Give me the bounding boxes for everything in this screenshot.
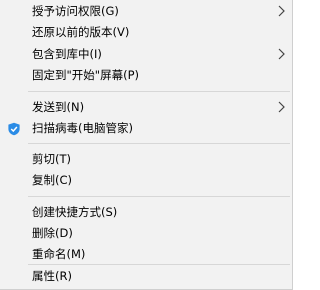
menu-item-label: 包含到库中(I) (32, 47, 102, 61)
menu-item-label: 发送到(N) (32, 100, 85, 114)
context-menu: 授予访问权限(G) 还原以前的版本(V) 包含到库中(I) 固定到"开始"屏幕(… (0, 0, 293, 290)
menu-item-delete[interactable]: 删除(D) (0, 222, 292, 244)
menu-item-label: 授予访问权限(G) (32, 4, 119, 18)
menu-item-pin-to-start[interactable]: 固定到"开始"屏幕(P) (0, 64, 292, 86)
menu-item-rename[interactable]: 重命名(M) (0, 243, 292, 265)
menu-item-cut[interactable]: 剪切(T) (0, 148, 292, 170)
menu-item-label: 创建快捷方式(S) (32, 205, 118, 219)
menu-item-label: 删除(D) (32, 226, 73, 240)
menu-separator (28, 196, 290, 197)
menu-item-label: 重命名(M) (32, 247, 86, 261)
menu-item-label: 固定到"开始"屏幕(P) (32, 68, 139, 82)
menu-item-scan-virus[interactable]: 扫描病毒(电脑管家) (0, 117, 292, 139)
menu-item-properties[interactable]: 属性(R) (0, 265, 292, 287)
menu-item-create-shortcut[interactable]: 创建快捷方式(S) (0, 201, 292, 223)
menu-item-label: 属性(R) (32, 269, 72, 283)
menu-item-copy[interactable]: 复制(C) (0, 169, 292, 191)
menu-item-send-to[interactable]: 发送到(N) (0, 96, 292, 118)
menu-item-label: 扫描病毒(电脑管家) (32, 121, 133, 135)
menu-item-restore-previous-versions[interactable]: 还原以前的版本(V) (0, 21, 292, 43)
chevron-right-icon (278, 43, 288, 65)
menu-separator (28, 91, 290, 92)
menu-item-grant-access[interactable]: 授予访问权限(G) (0, 0, 292, 22)
menu-item-label: 剪切(T) (32, 152, 71, 166)
chevron-right-icon (278, 0, 288, 22)
shield-check-icon (7, 121, 21, 136)
menu-separator (28, 143, 290, 144)
menu-item-label: 还原以前的版本(V) (32, 25, 130, 39)
chevron-right-icon (278, 96, 288, 118)
menu-item-include-in-library[interactable]: 包含到库中(I) (0, 43, 292, 65)
menu-item-label: 复制(C) (32, 173, 73, 187)
